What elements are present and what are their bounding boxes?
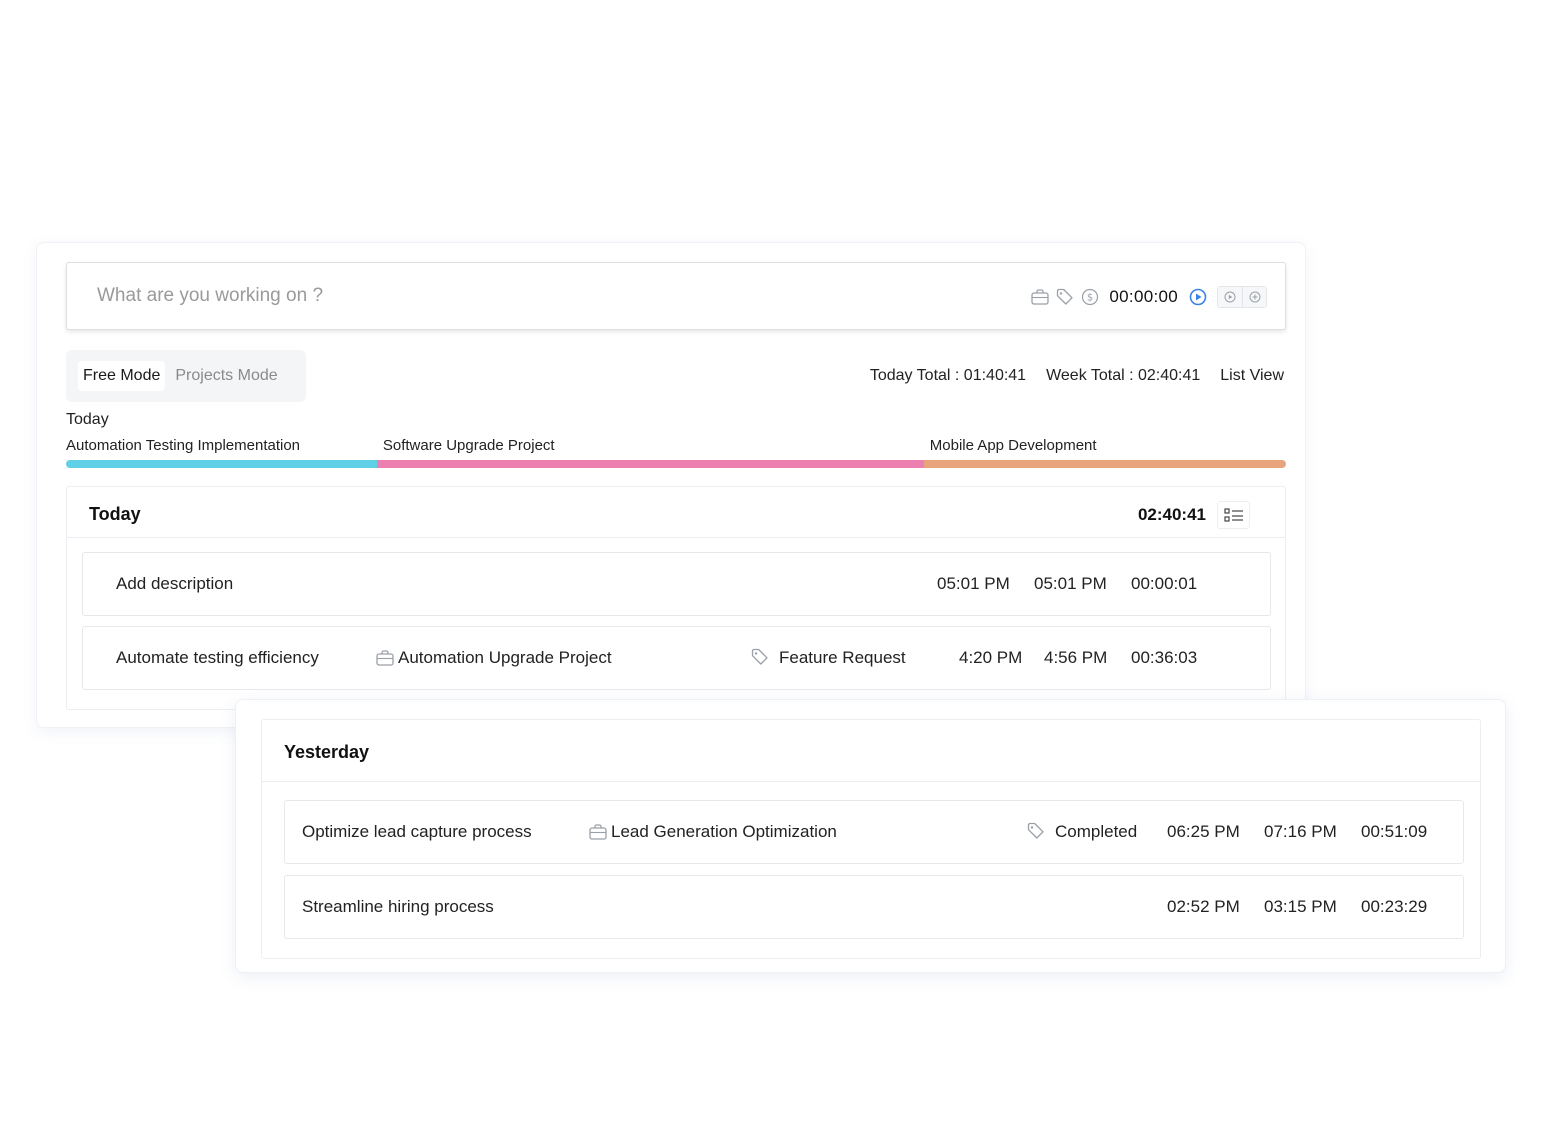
timer-mode-buttons: [1217, 286, 1267, 308]
entry-duration[interactable]: 00:00:01: [1131, 574, 1197, 594]
yesterday-card: Yesterday Optimize lead capture process …: [235, 699, 1506, 973]
entry-tag-name: Feature Request: [779, 648, 906, 667]
totals-bar: Today Total : 01:40:41 Week Total : 02:4…: [850, 367, 1284, 385]
timer-bar: $ 00:00:00: [66, 262, 1286, 330]
free-mode-button[interactable]: Free Mode: [78, 361, 166, 391]
tag-icon: [1027, 822, 1044, 839]
today-section-header: Today 02:40:41: [67, 487, 1285, 538]
entry-end-time[interactable]: 07:16 PM: [1264, 822, 1337, 842]
time-entry-row[interactable]: Add description 05:01 PM 05:01 PM 00:00:…: [82, 552, 1271, 616]
yesterday-section-title: Yesterday: [284, 742, 370, 762]
time-entry-row[interactable]: Automate testing efficiency Automation U…: [82, 626, 1271, 690]
task-description-input[interactable]: [97, 283, 797, 309]
briefcase-icon: [376, 650, 394, 666]
entry-end-time[interactable]: 03:15 PM: [1264, 897, 1337, 917]
timeline-segment[interactable]: [376, 460, 924, 468]
week-total: Week Total : 02:40:41: [1046, 367, 1201, 384]
entry-project[interactable]: Automation Upgrade Project: [376, 648, 612, 668]
today-section-total: 02:40:41: [1137, 505, 1206, 524]
today-total: Today Total : 01:40:41: [869, 367, 1027, 384]
entry-start-time[interactable]: 4:20 PM: [959, 648, 1022, 668]
list-toggle-icon[interactable]: [1217, 501, 1250, 529]
entry-duration[interactable]: 00:23:29: [1361, 897, 1427, 917]
timeline-project-label: Mobile App Development: [929, 437, 1097, 454]
tag-icon[interactable]: [1054, 286, 1076, 308]
briefcase-icon[interactable]: [1029, 286, 1051, 308]
tag-icon: [751, 648, 768, 665]
dollar-icon[interactable]: $: [1079, 286, 1101, 308]
entry-project[interactable]: Lead Generation Optimization: [589, 822, 837, 842]
entry-description[interactable]: Automate testing efficiency: [116, 648, 319, 668]
entry-project-name: Lead Generation Optimization: [611, 822, 837, 841]
timeline-project-label: Automation Testing Implementation: [66, 437, 301, 454]
entry-duration[interactable]: 00:36:03: [1131, 648, 1197, 668]
play-circle-icon[interactable]: [1187, 286, 1209, 308]
timer-tools: $ 00:00:00: [1026, 285, 1267, 309]
entry-start-time[interactable]: 06:25 PM: [1167, 822, 1240, 842]
timer-clock: 00:00:00: [1109, 287, 1178, 306]
play-small-icon[interactable]: [1218, 287, 1242, 307]
entry-tag[interactable]: Feature Request: [751, 648, 906, 668]
svg-text:$: $: [1087, 293, 1093, 304]
yesterday-section-header: Yesterday: [262, 720, 1480, 782]
timeline-segment[interactable]: [923, 460, 1286, 468]
list-view-button[interactable]: List View: [1220, 367, 1284, 385]
today-section: Today 02:40:41 Add description 05:01 PM …: [66, 486, 1286, 710]
today-section-title: Today: [89, 504, 141, 524]
plus-circle-icon[interactable]: [1242, 287, 1266, 307]
projects-mode-button[interactable]: Projects Mode: [170, 361, 282, 391]
time-entry-row[interactable]: Streamline hiring process 02:52 PM 03:15…: [284, 875, 1464, 939]
timeline-project-labels: Automation Testing Implementation Softwar…: [66, 437, 1286, 457]
entry-end-time[interactable]: 4:56 PM: [1044, 648, 1107, 668]
time-entry-row[interactable]: Optimize lead capture process Lead Gener…: [284, 800, 1464, 864]
entry-end-time[interactable]: 05:01 PM: [1034, 574, 1107, 594]
mode-switch: Free Mode Projects Mode: [66, 350, 306, 402]
entry-description[interactable]: Optimize lead capture process: [302, 822, 532, 842]
entry-description[interactable]: Add description: [116, 574, 233, 594]
timeline-project-label: Software Upgrade Project: [382, 437, 555, 454]
entry-start-time[interactable]: 05:01 PM: [937, 574, 1010, 594]
entry-start-time[interactable]: 02:52 PM: [1167, 897, 1240, 917]
entry-tag-name: Completed: [1055, 822, 1138, 841]
yesterday-section: Yesterday Optimize lead capture process …: [261, 719, 1481, 959]
entry-tag[interactable]: Completed: [1027, 822, 1137, 842]
timeline-label: Today: [66, 411, 109, 428]
briefcase-icon: [589, 824, 607, 840]
entry-duration[interactable]: 00:51:09: [1361, 822, 1427, 842]
entry-description[interactable]: Streamline hiring process: [302, 897, 494, 917]
timeline-bar: [66, 460, 1286, 468]
time-tracker-card: $ 00:00:00 Free Mode Projects Mode Today…: [36, 242, 1306, 728]
entry-project-name: Automation Upgrade Project: [398, 648, 612, 667]
timeline-segment[interactable]: [66, 460, 377, 468]
